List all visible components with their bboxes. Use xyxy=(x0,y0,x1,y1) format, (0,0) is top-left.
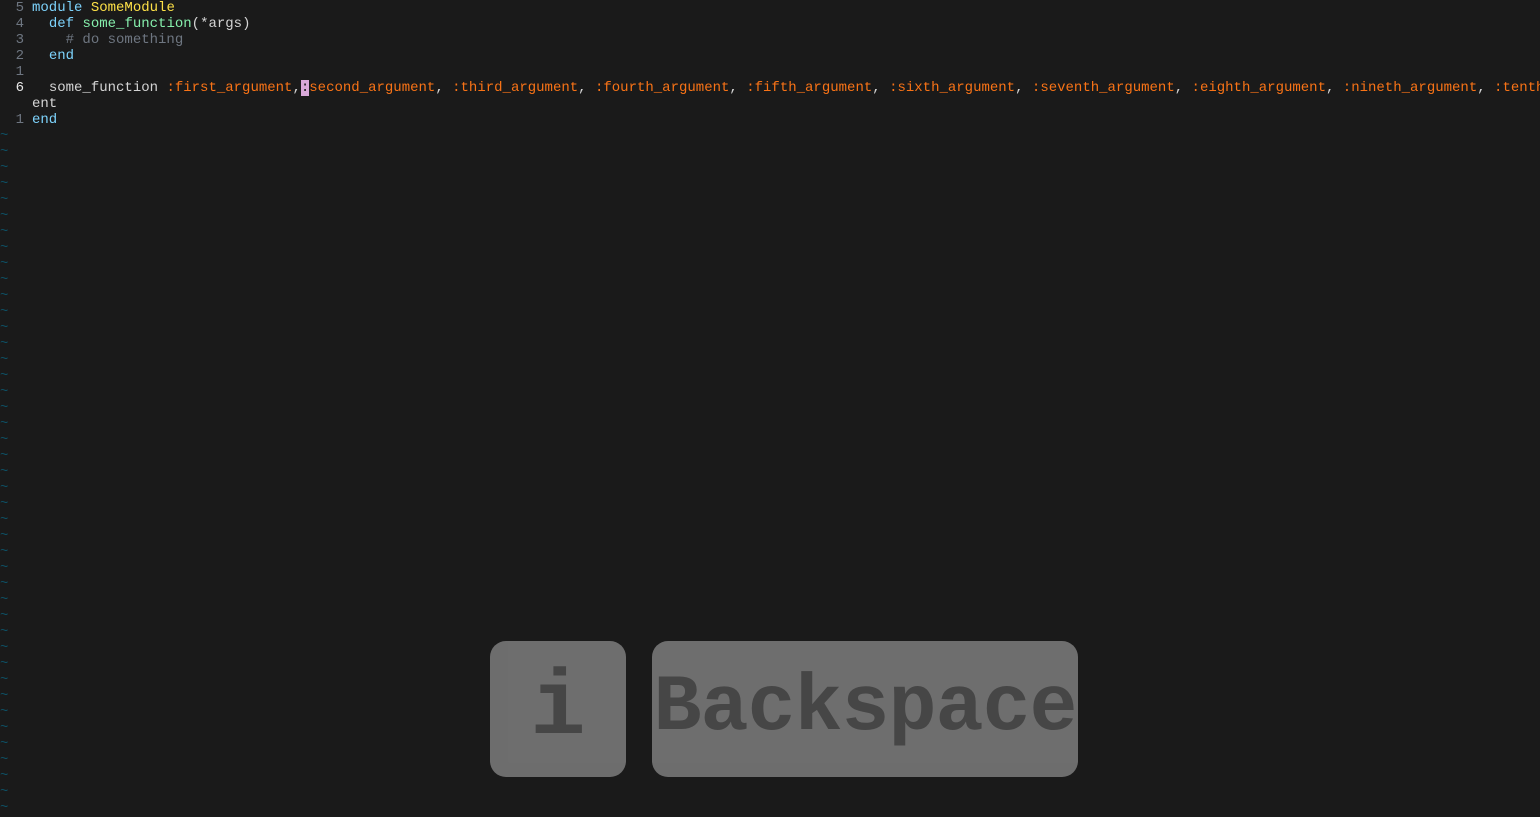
tilde-line: ~ xyxy=(0,320,1540,336)
tilde-line: ~ xyxy=(0,784,1540,800)
tilde-line: ~ xyxy=(0,304,1540,320)
line-number: 5 xyxy=(0,0,28,16)
tilde-line: ~ xyxy=(0,528,1540,544)
tilde-line: ~ xyxy=(0,480,1540,496)
tilde-line: ~ xyxy=(0,800,1540,816)
code-content: some_function :first_argument,:second_ar… xyxy=(28,80,1540,96)
tilde-line: ~ xyxy=(0,432,1540,448)
code-line: 5 module SomeModule xyxy=(0,0,1540,16)
tilde-line: ~ xyxy=(0,336,1540,352)
code-content: def some_function(*args) xyxy=(28,16,250,32)
tilde-line: ~ xyxy=(0,352,1540,368)
tilde-line: ~ xyxy=(0,608,1540,624)
keycast-key-backspace: Backspace xyxy=(652,641,1078,777)
code-content: module SomeModule xyxy=(28,0,175,16)
tilde-line: ~ xyxy=(0,272,1540,288)
line-number-current: 6 xyxy=(0,80,28,96)
code-content: end xyxy=(28,48,74,64)
code-line: 2 end xyxy=(0,48,1540,64)
tilde-line: ~ xyxy=(0,368,1540,384)
tilde-line: ~ xyxy=(0,560,1540,576)
tilde-line: ~ xyxy=(0,128,1540,144)
tilde-line: ~ xyxy=(0,592,1540,608)
tilde-line: ~ xyxy=(0,544,1540,560)
tilde-line: ~ xyxy=(0,496,1540,512)
code-line: 1 end xyxy=(0,112,1540,128)
code-content xyxy=(28,64,32,80)
tilde-line: ~ xyxy=(0,240,1540,256)
line-number: 2 xyxy=(0,48,28,64)
tilde-line: ~ xyxy=(0,448,1540,464)
code-line-wrap: ent xyxy=(0,96,1540,112)
tilde-line: ~ xyxy=(0,160,1540,176)
tilde-line: ~ xyxy=(0,208,1540,224)
tilde-line: ~ xyxy=(0,416,1540,432)
tilde-line: ~ xyxy=(0,256,1540,272)
line-number: 1 xyxy=(0,112,28,128)
keycast-key-i: i xyxy=(490,641,626,777)
line-number: 4 xyxy=(0,16,28,32)
code-content: # do something xyxy=(28,32,183,48)
code-content: end xyxy=(28,112,57,128)
tilde-line: ~ xyxy=(0,576,1540,592)
line-number: 1 xyxy=(0,64,28,80)
line-number: 3 xyxy=(0,32,28,48)
tilde-line: ~ xyxy=(0,176,1540,192)
tilde-line: ~ xyxy=(0,384,1540,400)
code-line: 4 def some_function(*args) xyxy=(0,16,1540,32)
tilde-line: ~ xyxy=(0,144,1540,160)
tilde-line: ~ xyxy=(0,464,1540,480)
code-line: 3 # do something xyxy=(0,32,1540,48)
tilde-line: ~ xyxy=(0,224,1540,240)
tilde-line: ~ xyxy=(0,288,1540,304)
tilde-line: ~ xyxy=(0,624,1540,640)
keycast-overlay: i Backspace xyxy=(490,641,1078,777)
tilde-line: ~ xyxy=(0,192,1540,208)
code-line-current: 6 some_function :first_argument,:second_… xyxy=(0,80,1540,96)
tilde-line: ~ xyxy=(0,400,1540,416)
code-content: ent xyxy=(28,96,57,112)
code-line: 1 xyxy=(0,64,1540,80)
tilde-line: ~ xyxy=(0,512,1540,528)
line-number xyxy=(0,96,28,112)
